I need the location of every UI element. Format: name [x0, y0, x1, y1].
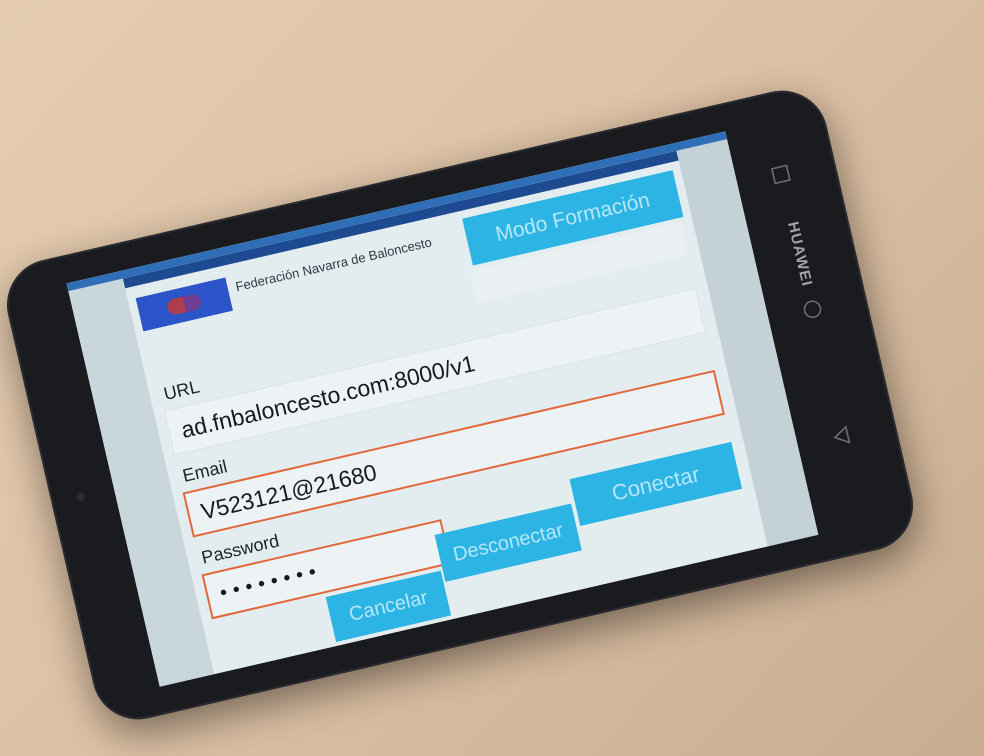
url-label: URL [161, 376, 202, 405]
square-recent-icon[interactable] [766, 159, 797, 190]
logo-mark-icon [165, 292, 203, 317]
login-dialog: Federación Navarra de Baloncesto Modo Fo… [122, 150, 768, 675]
connect-button[interactable]: Conectar [569, 441, 743, 527]
password-value: •••••••• [217, 559, 325, 604]
disconnect-button[interactable]: Desconectar [434, 503, 582, 582]
front-camera [73, 489, 89, 504]
app-screen: Federación Navarra de Baloncesto Modo Fo… [66, 131, 819, 687]
tablet-device: Federación Navarra de Baloncesto Modo Fo… [0, 81, 923, 729]
triangle-back-icon[interactable] [826, 420, 857, 451]
brand-logo: HUAWEI [784, 220, 816, 289]
federation-logo [135, 277, 233, 332]
email-label: Email [180, 456, 230, 486]
